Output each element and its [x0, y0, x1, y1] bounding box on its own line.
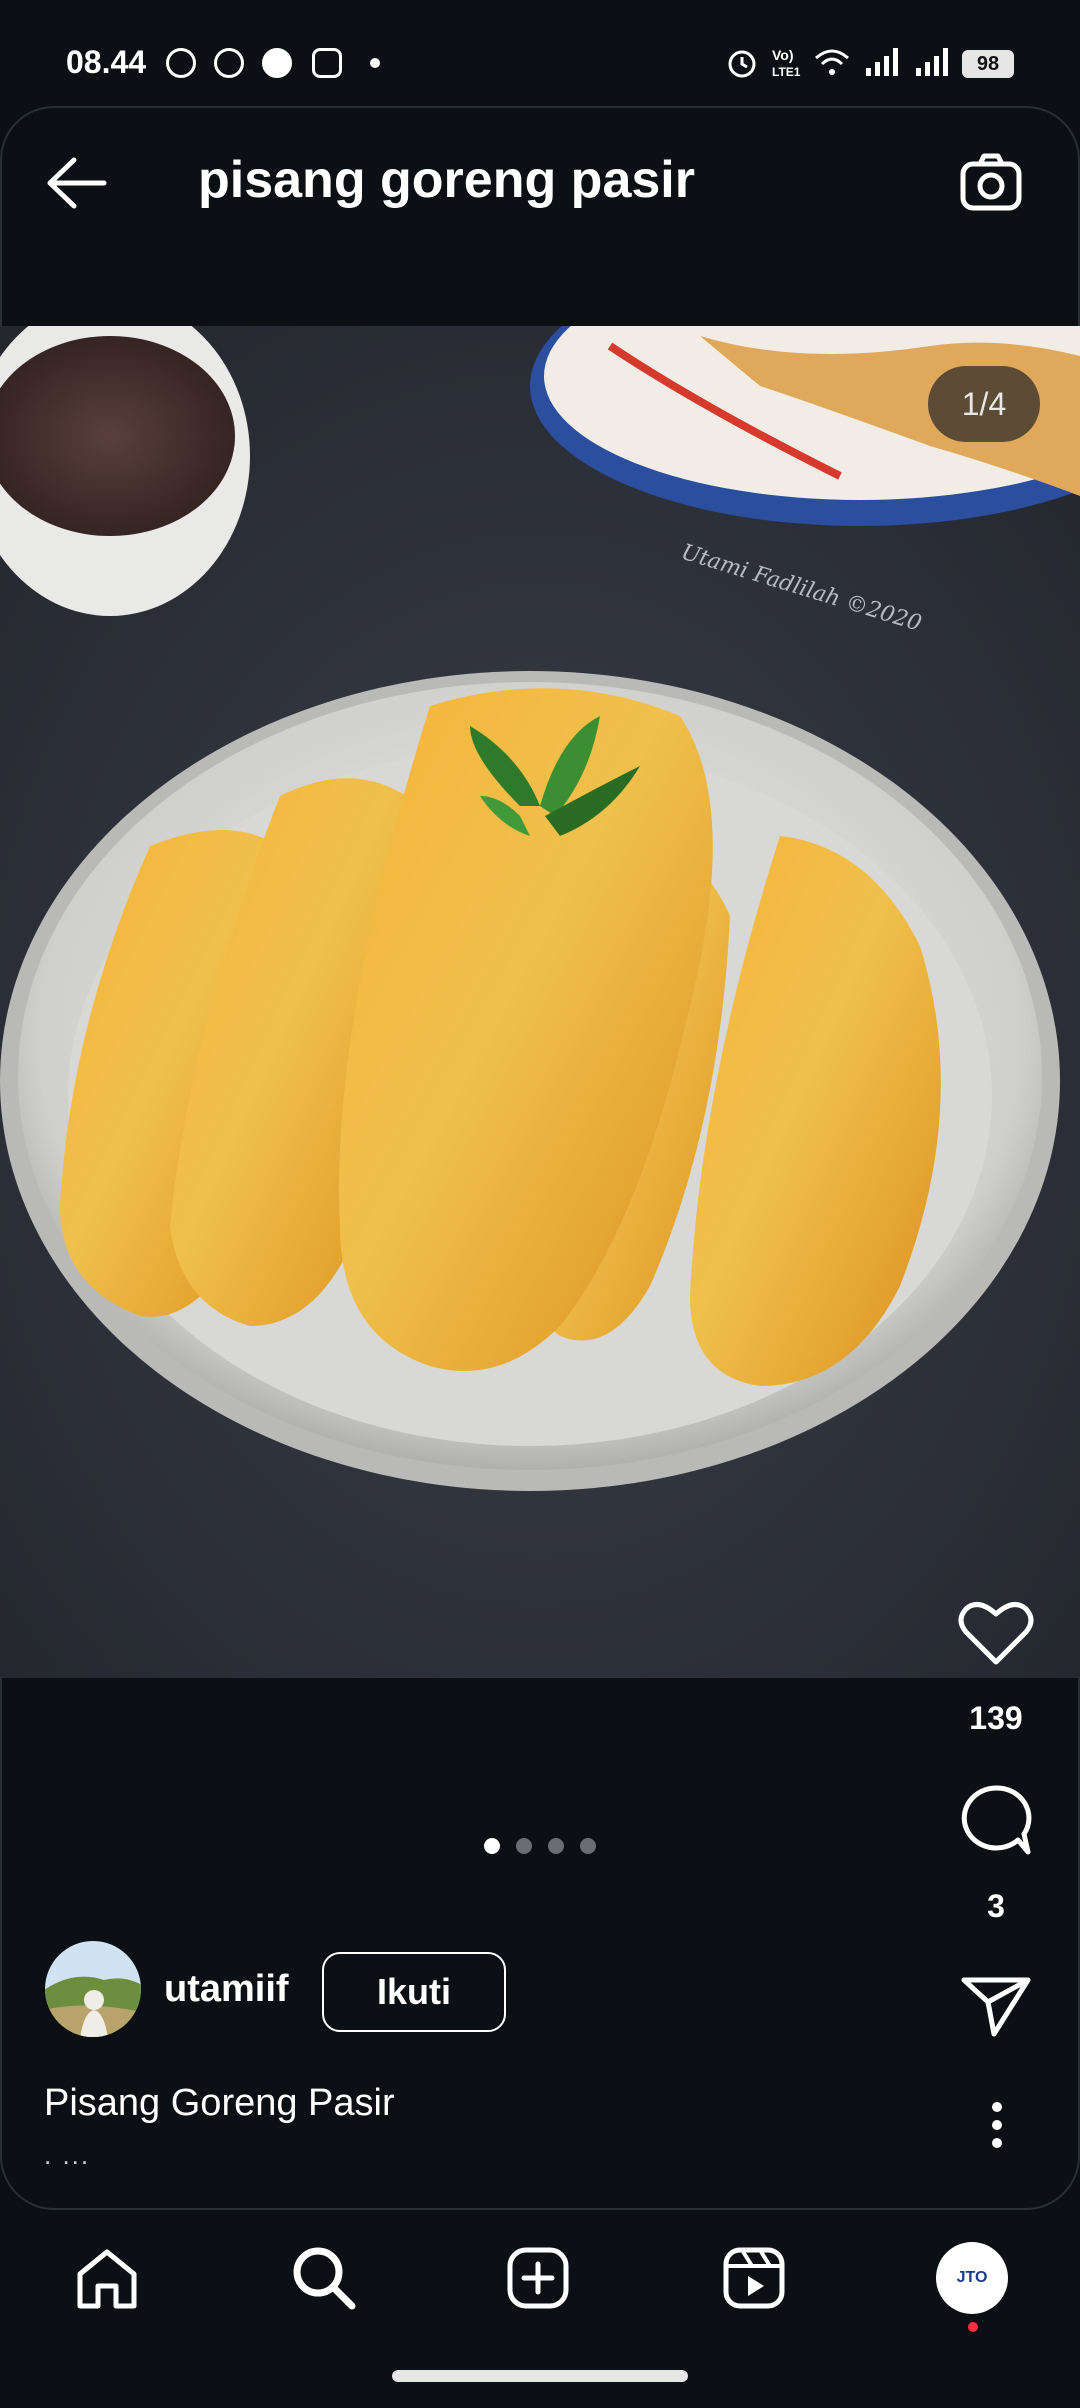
post-caption[interactable]: Pisang Goreng Pasir — [44, 2082, 395, 2125]
carousel-dot-4[interactable] — [580, 1838, 596, 1854]
instagram-icon — [312, 48, 342, 78]
search-icon[interactable] — [290, 2244, 358, 2312]
camera-icon[interactable] — [958, 150, 1024, 216]
volte-icon: Vo) LTE1 — [772, 47, 801, 79]
signal-icon — [866, 48, 898, 76]
home-icon[interactable] — [74, 2246, 140, 2310]
back-arrow-icon[interactable] — [44, 154, 110, 212]
comment-count: 3 — [987, 1888, 1005, 1924]
speed-icon — [262, 48, 292, 78]
author-username[interactable]: utamiif — [164, 1968, 289, 2011]
banana-fritters-photo: Utami Fadlilah ©2020 — [0, 326, 1080, 1678]
reels-icon[interactable] — [722, 2246, 786, 2310]
post-image[interactable]: Utami Fadlilah ©2020 — [0, 326, 1080, 1678]
like-count: 139 — [969, 1700, 1023, 1736]
notification-dot-icon — [370, 58, 380, 68]
facebook-icon — [214, 48, 244, 78]
carousel-dot-3[interactable] — [548, 1838, 564, 1854]
follow-button[interactable]: Ikuti — [322, 1952, 506, 2032]
share-send-icon[interactable] — [960, 1974, 1032, 2038]
home-indicator[interactable] — [392, 2370, 688, 2382]
svg-text:Vo): Vo) — [772, 47, 794, 63]
caption-more[interactable]: . ... — [44, 2140, 90, 2171]
carousel-dot-1[interactable] — [484, 1838, 500, 1854]
like-heart-icon[interactable] — [958, 1598, 1034, 1668]
comment-icon[interactable] — [958, 1782, 1034, 1858]
battery-indicator: 98 — [962, 50, 1014, 78]
image-counter: 1/4 — [928, 366, 1040, 442]
svg-text:LTE1: LTE1 — [772, 65, 801, 79]
profile-notification-dot — [968, 2322, 978, 2332]
more-options-icon[interactable] — [984, 2100, 1010, 2150]
create-post-icon[interactable] — [506, 2246, 570, 2310]
carousel-dot-2[interactable] — [516, 1838, 532, 1854]
status-bar: 08.44 Vo) LTE1 98 — [0, 0, 1080, 110]
page-title: pisang goreng pasir — [198, 151, 695, 209]
status-time: 08.44 — [66, 44, 147, 80]
wifi-icon — [815, 49, 849, 75]
facebook-icon — [166, 48, 196, 78]
signal-icon-2 — [916, 48, 948, 76]
profile-avatar[interactable]: JTO — [936, 2242, 1008, 2314]
alarm-icon — [728, 50, 756, 78]
avatar[interactable] — [44, 1940, 142, 2038]
